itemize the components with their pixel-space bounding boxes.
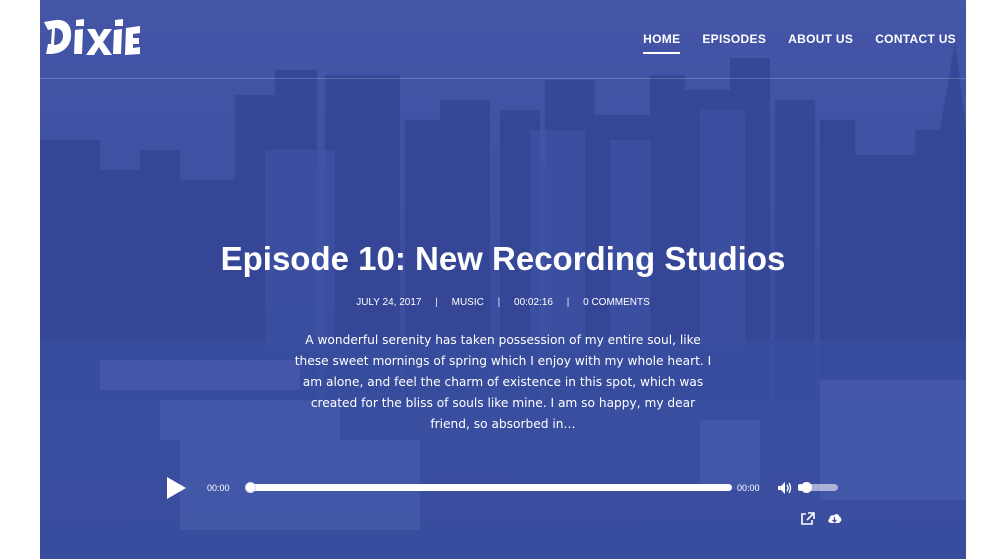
- nav-item-home[interactable]: HOME: [643, 32, 681, 54]
- meta-separator: |: [435, 297, 438, 308]
- progress-handle[interactable]: [245, 482, 256, 493]
- volume-slider[interactable]: [798, 482, 838, 493]
- main-nav: HOME EPISODES ABOUT US CONTACT US: [643, 32, 956, 54]
- episode-category[interactable]: MUSIC: [452, 297, 484, 308]
- audio-player: 00:00 00:00: [40, 470, 966, 510]
- episode-duration: 00:02:16: [514, 297, 553, 308]
- hero-section: HOME EPISODES ABOUT US CONTACT US Episod…: [40, 0, 966, 559]
- nav-item-about-us[interactable]: ABOUT US: [788, 32, 853, 52]
- dixie-logo[interactable]: [42, 14, 142, 60]
- episode-excerpt: A wonderful serenity has taken possessio…: [294, 333, 712, 431]
- nav-item-contact-us[interactable]: CONTACT US: [875, 32, 956, 52]
- episode-title: Episode 10: New Recording Studios: [220, 240, 786, 277]
- play-icon[interactable]: [164, 475, 188, 501]
- header-divider: [40, 78, 966, 79]
- nav-item-episodes[interactable]: EPISODES: [702, 32, 766, 52]
- episode-meta: JULY 24, 2017 | MUSIC | 00:02:16 | 0 COM…: [40, 297, 966, 308]
- cloud-download-icon[interactable]: [827, 512, 842, 526]
- volume-icon[interactable]: [777, 481, 793, 495]
- external-link-icon[interactable]: [800, 512, 815, 526]
- meta-separator: |: [497, 297, 501, 308]
- meta-separator: |: [566, 297, 570, 308]
- episode-comments[interactable]: 0 COMMENTS: [583, 297, 650, 308]
- progress-bar[interactable]: [245, 482, 732, 493]
- volume-handle[interactable]: [800, 482, 812, 493]
- episode-date[interactable]: JULY 24, 2017: [356, 297, 421, 308]
- total-duration: 00:00: [737, 483, 760, 493]
- current-time: 00:00: [207, 483, 230, 493]
